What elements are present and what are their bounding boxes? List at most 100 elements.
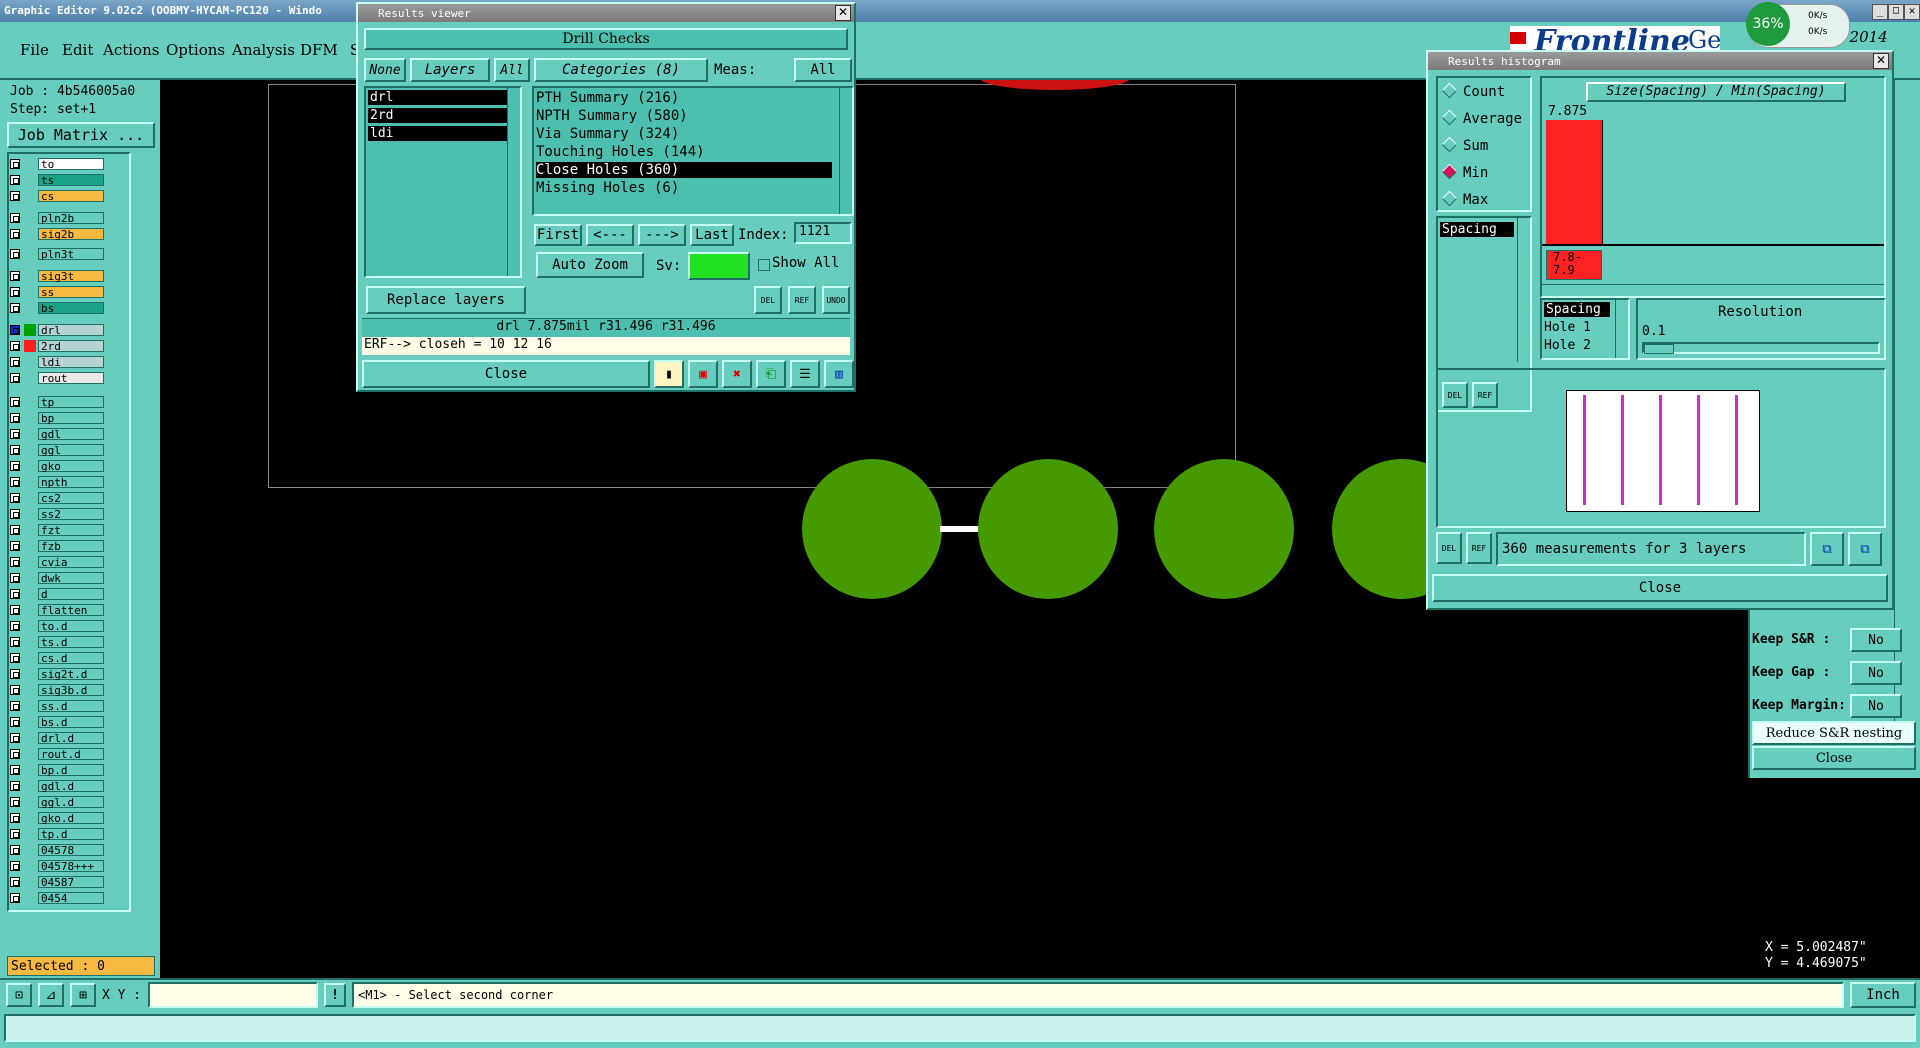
layer-swatch[interactable] (24, 604, 36, 616)
histogram-icon[interactable]: ▥ (824, 360, 854, 388)
layer-checkbox-icon[interactable] (10, 341, 20, 351)
layer-checkbox-icon[interactable] (10, 191, 20, 201)
layer-row[interactable]: 04578 (10, 844, 104, 857)
layer-row[interactable]: tp (10, 396, 104, 409)
reduce-sr-button[interactable]: Reduce S&R nesting (1752, 721, 1916, 745)
layer-name[interactable]: ss (38, 286, 104, 299)
rv-meas-select[interactable]: All (794, 58, 852, 82)
rv-undo-button[interactable]: UNDO (822, 286, 850, 314)
layer-checkbox-icon[interactable] (10, 541, 20, 551)
layer-row[interactable]: pln3t (10, 248, 104, 261)
menu-options[interactable]: Options (166, 41, 225, 59)
layer-name[interactable]: dwk (38, 572, 104, 585)
layer-row[interactable]: fzt (10, 524, 104, 537)
menu-dfm[interactable]: DFM (300, 41, 338, 59)
job-matrix-button[interactable]: Job Matrix ... (7, 122, 155, 148)
rh-del-button[interactable]: DEL (1436, 532, 1462, 564)
layer-checkbox-icon[interactable] (10, 413, 20, 423)
layer-row[interactable]: ss2 (10, 508, 104, 521)
layer-checkbox-icon[interactable] (10, 653, 20, 663)
layer-swatch[interactable] (24, 732, 36, 744)
rh-spacing-item[interactable]: Spacing (1440, 222, 1514, 237)
layer-swatch[interactable] (24, 812, 36, 824)
rv-auto-zoom-select[interactable]: Auto Zoom (536, 252, 644, 278)
rv-category-item[interactable]: Touching Holes (144) (536, 144, 705, 160)
layer-checkbox-icon[interactable] (10, 813, 20, 823)
rh-column-item[interactable]: Hole 1 (1544, 320, 1591, 335)
layer-row[interactable]: ss.d (10, 700, 104, 713)
layer-row[interactable]: cvia (10, 556, 104, 569)
xy-input[interactable] (148, 982, 318, 1008)
layer-name[interactable]: ss.d (38, 700, 104, 713)
layer-swatch[interactable] (24, 700, 36, 712)
rv-category-scrollbar[interactable] (839, 88, 852, 214)
layer-name[interactable]: fzb (38, 540, 104, 553)
exclamation-button[interactable]: ! (324, 983, 346, 1007)
keep-margin-select[interactable]: No (1850, 694, 1902, 718)
layer-row[interactable]: 04578+++ (10, 860, 104, 873)
menu-edit[interactable]: Edit (62, 41, 93, 59)
layer-row[interactable]: sig3t (10, 270, 104, 283)
layer-swatch[interactable] (24, 340, 36, 352)
layer-swatch[interactable] (24, 476, 36, 488)
layer-row[interactable]: ts (10, 174, 104, 187)
layer-row[interactable]: cs.d (10, 652, 104, 665)
layer-checkbox-icon[interactable] (10, 717, 20, 727)
rh-close-button[interactable]: Close (1432, 574, 1888, 602)
rv-layer-item[interactable]: drl (368, 90, 510, 105)
layer-name[interactable]: cs (38, 190, 104, 203)
rh-tool-icon-2[interactable]: ⧉ (1848, 532, 1882, 566)
rv-index-field[interactable]: 1121 (794, 222, 852, 244)
layer-swatch[interactable] (24, 828, 36, 840)
layer-row[interactable]: sig2b (10, 228, 104, 241)
layer-name[interactable]: rout.d (38, 748, 104, 761)
layer-checkbox-icon[interactable] (10, 765, 20, 775)
layer-row[interactable]: bp.d (10, 764, 104, 777)
rv-tool-icon[interactable]: ☰ (790, 360, 820, 388)
rh-option-max[interactable]: Max (1441, 190, 1488, 208)
layer-name[interactable]: drl (38, 324, 104, 337)
layer-name[interactable]: pln2b (38, 212, 104, 225)
rv-del-button[interactable]: DEL (754, 286, 782, 314)
rv-close-button[interactable]: Close (362, 360, 650, 388)
layer-swatch[interactable] (24, 556, 36, 568)
rh-column-item[interactable]: Spacing (1544, 302, 1610, 317)
layer-row[interactable]: ggl (10, 444, 104, 457)
rv-prev-button[interactable]: <--- (586, 224, 634, 246)
layer-checkbox-icon[interactable] (10, 525, 20, 535)
layer-swatch[interactable] (24, 508, 36, 520)
layer-checkbox-icon[interactable] (10, 637, 20, 647)
menu-actions[interactable]: Actions (103, 41, 159, 59)
layer-swatch[interactable] (24, 668, 36, 680)
layer-checkbox-icon[interactable] (10, 461, 20, 471)
layer-name[interactable]: sig3b.d (38, 684, 104, 697)
layer-row[interactable]: gko.d (10, 812, 104, 825)
layer-name[interactable]: gdl (38, 428, 104, 441)
layer-row[interactable]: 0454 (10, 892, 104, 905)
rv-tool-icon[interactable]: ✖ (722, 360, 752, 388)
layer-checkbox-icon[interactable] (10, 477, 20, 487)
rv-layer-item[interactable]: ldi (368, 126, 510, 141)
rh-option-count[interactable]: Count (1441, 82, 1505, 100)
layer-checkbox-icon[interactable] (10, 877, 20, 887)
layer-name[interactable]: cs2 (38, 492, 104, 505)
units-select[interactable]: Inch (1850, 982, 1916, 1008)
rv-category-item[interactable]: PTH Summary (216) (536, 90, 679, 106)
layer-checkbox-icon[interactable] (10, 893, 20, 903)
layer-swatch[interactable] (24, 876, 36, 888)
layer-swatch[interactable] (24, 286, 36, 298)
layer-swatch[interactable] (24, 524, 36, 536)
side-close-button[interactable]: Close (1752, 746, 1916, 770)
layer-name[interactable]: drl.d (38, 732, 104, 745)
minimize-button[interactable]: _ (1872, 4, 1888, 20)
layer-checkbox-icon[interactable] (10, 733, 20, 743)
layer-row[interactable]: sig2t.d (10, 668, 104, 681)
layer-name[interactable]: cvia (38, 556, 104, 569)
layer-row[interactable]: ldi (10, 356, 104, 369)
rh-column-item[interactable]: Hole 2 (1544, 338, 1591, 353)
layer-swatch[interactable] (24, 652, 36, 664)
layer-row[interactable]: to.d (10, 620, 104, 633)
layer-row[interactable]: gko (10, 460, 104, 473)
layer-swatch[interactable] (24, 356, 36, 368)
layer-checkbox-icon[interactable] (10, 429, 20, 439)
